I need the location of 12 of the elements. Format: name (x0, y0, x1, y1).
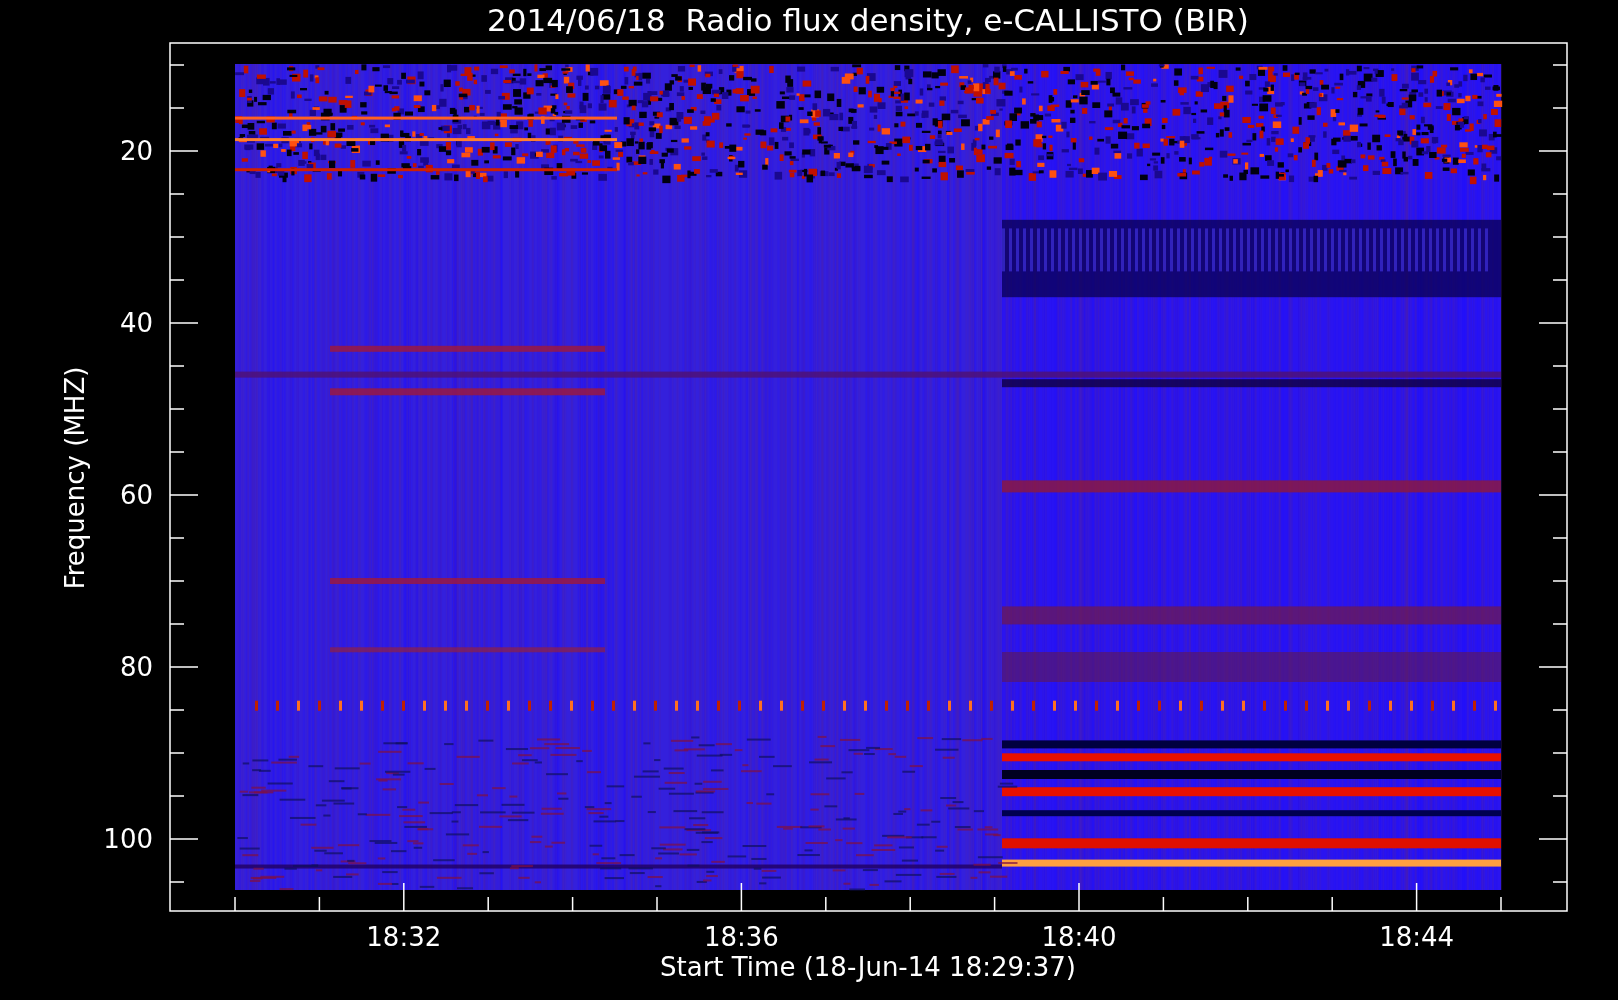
x-axis-title: Start Time (18-Jun-14 18:29:37) (660, 952, 1076, 982)
x-tick-label: 18:32 (366, 922, 442, 952)
y-tick-label: 20 (119, 136, 153, 166)
y-tick-label: 100 (103, 824, 153, 854)
x-tick-label: 18:36 (703, 922, 779, 952)
x-tick-label: 18:40 (1041, 922, 1117, 952)
x-tick-label: 18:44 (1379, 922, 1455, 952)
y-tick-label: 40 (119, 308, 153, 338)
y-tick-label: 80 (119, 652, 153, 682)
chart-title: 2014/06/18 Radio flux density, e-CALLISTO (BIR) (487, 2, 1249, 38)
y-axis-title: Frequency (MHZ) (60, 366, 90, 590)
y-tick-label: 60 (119, 480, 153, 510)
